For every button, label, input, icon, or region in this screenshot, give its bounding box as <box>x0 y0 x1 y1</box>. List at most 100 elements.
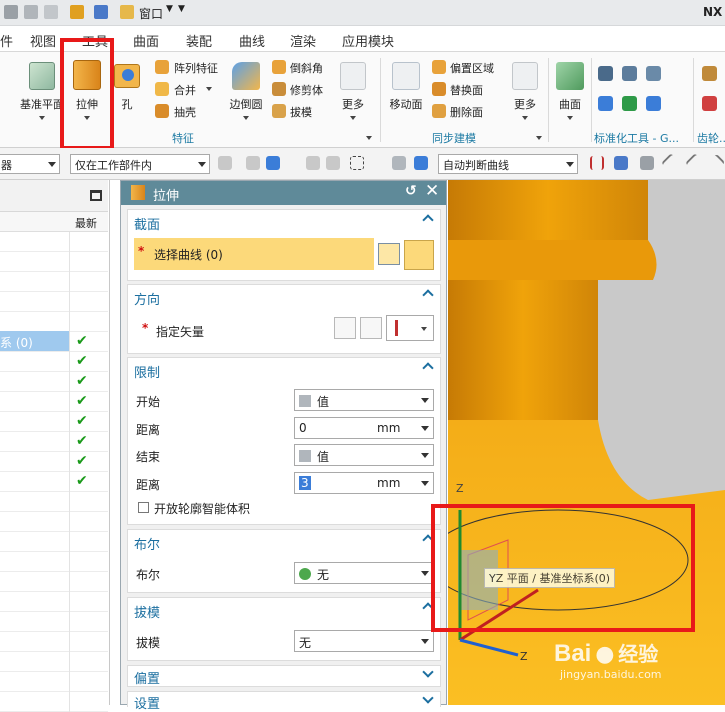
collapse-icon[interactable] <box>422 289 434 301</box>
datum-plane-button[interactable]: 基准平面 <box>16 58 66 124</box>
reset-icon[interactable]: ↺ <box>405 183 417 199</box>
surface-button[interactable]: 曲面 <box>552 58 588 124</box>
body-icon[interactable] <box>414 156 428 170</box>
section-header[interactable]: 偏置 <box>134 668 160 687</box>
navigator-row[interactable]: ✔ <box>0 472 108 492</box>
section-header[interactable]: 方向 <box>134 289 160 308</box>
type-filter-combo[interactable]: 器 <box>0 154 60 174</box>
edge-blend-button[interactable]: 边倒圆 <box>224 58 268 124</box>
distance-start-input[interactable]: 0 mm <box>294 417 434 439</box>
maximize-icon[interactable] <box>90 190 102 201</box>
line-tool-icon[interactable] <box>661 153 681 173</box>
menu-surface[interactable]: 曲面 <box>133 31 159 50</box>
navigator-row[interactable] <box>0 232 108 252</box>
chamfer-button[interactable]: 倒斜角 <box>290 60 323 76</box>
move-face-button[interactable]: 移动面 <box>386 58 426 124</box>
navigator-row[interactable]: ✔ <box>0 372 108 392</box>
open-profile-checkbox[interactable] <box>138 502 149 513</box>
draft-button[interactable]: 拔模 <box>290 104 312 120</box>
more-features-button[interactable]: 更多 <box>334 58 372 124</box>
arrow-right-icon[interactable] <box>614 156 628 170</box>
boolean-select[interactable]: 无 <box>294 562 434 584</box>
std-tool-icon-4[interactable] <box>598 96 613 111</box>
gear-tool-icon[interactable] <box>702 66 717 81</box>
navigator-row[interactable] <box>0 632 108 652</box>
delete-face-button[interactable]: 删除面 <box>450 104 483 120</box>
expand-icon[interactable] <box>422 666 434 678</box>
unite-button[interactable]: 合并 <box>174 82 196 98</box>
std-tool-icon-1[interactable] <box>598 66 613 81</box>
more-sync-button[interactable]: 更多 <box>506 58 544 124</box>
window-icon[interactable] <box>120 5 134 19</box>
selection-scope-combo[interactable]: 仅在工作部件内 <box>70 154 210 174</box>
group-expand-icon[interactable] <box>366 136 372 140</box>
expand-icon[interactable] <box>422 692 434 704</box>
point-tool-icon[interactable] <box>640 156 654 170</box>
rotate-tool-icon[interactable] <box>326 156 340 170</box>
section-header[interactable]: 布尔 <box>134 534 160 553</box>
navigator-row[interactable]: ✔ <box>0 412 108 432</box>
navigator-row[interactable] <box>0 252 108 272</box>
section-header[interactable]: 截面 <box>134 214 160 233</box>
section-header[interactable]: 设置 <box>134 693 160 712</box>
section-tool-icon[interactable] <box>590 156 604 170</box>
touch-mode-icon[interactable] <box>70 5 84 19</box>
std-tool-icon-6[interactable] <box>646 96 661 111</box>
navigator-row[interactable]: ✔ <box>0 392 108 412</box>
navigator-row[interactable] <box>0 592 108 612</box>
customize-icon[interactable]: ▼ <box>178 4 185 14</box>
move-tool-icon[interactable] <box>306 156 320 170</box>
collapse-icon[interactable] <box>422 214 434 226</box>
offset-region-button[interactable]: 偏置区域 <box>450 60 494 76</box>
navigator-row[interactable] <box>0 692 108 712</box>
navigator-row[interactable]: ✔ <box>0 432 108 452</box>
group-expand-icon[interactable] <box>536 136 542 140</box>
part-icon[interactable] <box>392 156 406 170</box>
vector-type-dropdown[interactable] <box>386 315 434 341</box>
navigator-row[interactable] <box>0 492 108 512</box>
edit-icon[interactable] <box>94 5 108 19</box>
vector-dialog-icon[interactable] <box>360 317 382 339</box>
section-header[interactable]: 限制 <box>134 362 160 381</box>
undo-icon[interactable] <box>4 5 18 19</box>
navigator-row[interactable] <box>0 612 108 632</box>
menu-file[interactable]: 件 <box>0 31 13 50</box>
menu-app-modules[interactable]: 应用模块 <box>342 31 394 50</box>
navigator-row[interactable]: ✔ <box>0 352 108 372</box>
navigator-row[interactable] <box>0 512 108 532</box>
menu-assembly[interactable]: 装配 <box>186 31 212 50</box>
replace-face-button[interactable]: 替换面 <box>450 82 483 98</box>
select-curve-row[interactable]: * 选择曲线 (0) <box>134 238 374 270</box>
navigator-row[interactable] <box>0 652 108 672</box>
distance-end-input[interactable]: 3 mm <box>294 472 434 494</box>
navigator-row[interactable] <box>0 272 108 292</box>
std-tool-icon-2[interactable] <box>622 66 637 81</box>
shell-button[interactable]: 抽壳 <box>174 104 196 120</box>
chevron-down-icon[interactable]: ▼ <box>166 4 173 14</box>
navigator-row[interactable] <box>0 552 108 572</box>
window-menu[interactable]: 窗口 <box>139 5 163 22</box>
pattern-feature-button[interactable]: 阵列特征 <box>174 60 218 76</box>
copy-icon[interactable] <box>24 5 38 19</box>
cross-tool-icon[interactable] <box>706 153 725 173</box>
curve-rule-combo[interactable]: 自动判断曲线 <box>438 154 578 174</box>
navigator-row[interactable] <box>0 292 108 312</box>
navigator-row[interactable] <box>0 572 108 592</box>
paste-icon[interactable] <box>44 5 58 19</box>
navigator-row[interactable] <box>0 672 108 692</box>
hole-button[interactable]: 孔 <box>110 58 144 124</box>
gear-tool-icon-2[interactable] <box>702 96 717 111</box>
curve-select-icon[interactable] <box>404 240 434 270</box>
section-header[interactable]: 拔模 <box>134 602 160 621</box>
sketch-section-icon[interactable] <box>378 243 400 265</box>
trim-body-button[interactable]: 修剪体 <box>290 82 323 98</box>
select-tool-icon[interactable] <box>218 156 232 170</box>
navigator-row[interactable] <box>0 532 108 552</box>
box-select-icon[interactable] <box>350 156 364 170</box>
menu-view[interactable]: 视图 <box>30 31 56 50</box>
close-icon[interactable]: ✕ <box>425 181 439 201</box>
reverse-direction-icon[interactable] <box>334 317 356 339</box>
navigator-row[interactable]: ✔ <box>0 452 108 472</box>
std-tool-icon-5[interactable] <box>622 96 637 111</box>
std-tool-icon-3[interactable] <box>646 66 661 81</box>
